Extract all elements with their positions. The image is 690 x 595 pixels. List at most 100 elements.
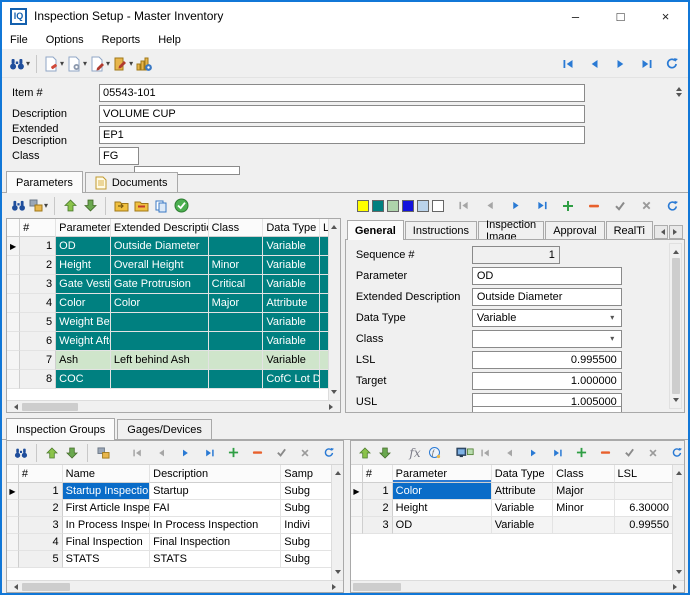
cell-class[interactable]: Minor bbox=[209, 256, 264, 275]
chart-settings-button[interactable] bbox=[134, 53, 154, 75]
cell-l[interactable] bbox=[320, 370, 328, 389]
groups-first-button[interactable] bbox=[127, 442, 147, 464]
lsl-field[interactable]: 0.995500 bbox=[472, 351, 622, 369]
cell-class[interactable] bbox=[209, 313, 264, 332]
cell-num[interactable]: 5 bbox=[19, 551, 63, 568]
tab-gages-devices[interactable]: Gages/Devices bbox=[117, 419, 212, 439]
cell-ext[interactable]: Outside Diameter bbox=[111, 237, 209, 256]
scroll-down-icon[interactable] bbox=[673, 398, 679, 405]
table-row[interactable]: 2 Height Overall Height Minor Variable bbox=[7, 256, 328, 275]
param-find-button[interactable] bbox=[8, 195, 28, 217]
cell-class[interactable]: Major bbox=[553, 483, 614, 500]
group-params-vscrollbar[interactable] bbox=[672, 465, 684, 580]
cell-data-type[interactable]: Attribute bbox=[492, 483, 553, 500]
col-description[interactable]: Description bbox=[150, 465, 281, 483]
tab-parameters[interactable]: Parameters bbox=[6, 171, 83, 193]
cell-l[interactable] bbox=[320, 313, 328, 332]
table-row[interactable]: ▶ 1 Startup Inspection Startup Subg bbox=[7, 483, 331, 500]
gp-first-button[interactable] bbox=[475, 442, 495, 464]
scroll-down-icon[interactable] bbox=[331, 390, 337, 397]
gp-prev-button[interactable] bbox=[499, 442, 519, 464]
menu-help[interactable]: Help bbox=[158, 34, 181, 46]
groups-prev-button[interactable] bbox=[151, 442, 171, 464]
cell-description[interactable]: Startup bbox=[150, 483, 281, 500]
legend-yellow[interactable] bbox=[357, 200, 369, 212]
cell-num[interactable]: 7 bbox=[20, 351, 56, 370]
col-sample[interactable]: Samp bbox=[281, 465, 331, 483]
scroll-up-icon[interactable] bbox=[676, 468, 682, 475]
copy-parameters-button[interactable] bbox=[151, 195, 171, 217]
cell-class[interactable] bbox=[209, 370, 264, 389]
scroll-right-icon[interactable] bbox=[332, 584, 339, 590]
doc-sign-button[interactable]: ▾ bbox=[88, 53, 111, 75]
tab-scroll-left-button[interactable] bbox=[654, 225, 668, 239]
groups-move-up-button[interactable] bbox=[42, 442, 62, 464]
next-record-button[interactable] bbox=[610, 53, 630, 75]
doc-settings-button[interactable]: ▾ bbox=[65, 53, 88, 75]
cell-l[interactable] bbox=[320, 351, 328, 370]
cell-parameter[interactable]: Height bbox=[56, 256, 111, 275]
find-button[interactable]: ▾ bbox=[8, 53, 31, 75]
parameter-field[interactable]: OD bbox=[472, 267, 622, 285]
cell-ext[interactable] bbox=[111, 332, 209, 351]
cell-num[interactable]: 8 bbox=[20, 370, 56, 389]
gp-insert-button[interactable] bbox=[571, 442, 591, 464]
table-row[interactable]: ▶ 1 Color Attribute Major bbox=[351, 483, 672, 500]
table-row[interactable]: ▶ 1 OD Outside Diameter Variable bbox=[7, 237, 328, 256]
cell-parameter[interactable]: Weight Afte bbox=[56, 332, 111, 351]
approve-button[interactable] bbox=[171, 195, 191, 217]
col-num[interactable]: # bbox=[363, 465, 393, 483]
table-row[interactable]: 3 OD Variable 0.99550 bbox=[351, 517, 672, 534]
param-last-button[interactable] bbox=[532, 195, 552, 217]
gp-move-down-button[interactable] bbox=[375, 442, 395, 464]
cell-num[interactable]: 6 bbox=[20, 332, 56, 351]
grid-layout-button[interactable]: ▾ bbox=[28, 195, 49, 217]
cell-l[interactable] bbox=[320, 294, 328, 313]
class-select[interactable]: ▾ bbox=[472, 330, 622, 348]
cell-name[interactable]: In Process Inspect bbox=[63, 517, 150, 534]
cell-class[interactable] bbox=[209, 332, 264, 351]
groups-vscrollbar[interactable] bbox=[331, 465, 343, 580]
prev-record-button[interactable] bbox=[584, 53, 604, 75]
scroll-left-icon[interactable] bbox=[11, 584, 18, 590]
cell-ext[interactable]: Left behind Ash bbox=[111, 351, 209, 370]
cell-parameter[interactable]: Color bbox=[56, 294, 111, 313]
form-scrollbar[interactable] bbox=[673, 82, 685, 158]
gp-cancel-button[interactable] bbox=[643, 442, 663, 464]
cell-ext[interactable]: Overall Height bbox=[111, 256, 209, 275]
item-field[interactable]: 05543-101 bbox=[99, 84, 585, 102]
table-row[interactable]: 7 Ash Left behind Ash Variable bbox=[7, 351, 328, 370]
tab-instructions[interactable]: Instructions bbox=[405, 221, 477, 239]
gp-refresh-button[interactable] bbox=[667, 442, 685, 464]
table-row[interactable]: 2 First Article Inspec FAI Subg bbox=[7, 500, 331, 517]
cell-description[interactable]: Final Inspection bbox=[150, 534, 281, 551]
move-down-button[interactable] bbox=[80, 195, 100, 217]
param-refresh-button[interactable] bbox=[662, 195, 682, 217]
groups-layout-button[interactable] bbox=[93, 442, 113, 464]
cell-num[interactable]: 3 bbox=[20, 275, 56, 294]
col-ext-description[interactable]: Extended Description bbox=[111, 219, 209, 237]
cell-class[interactable] bbox=[209, 351, 264, 370]
legend-blue[interactable] bbox=[402, 200, 414, 212]
groups-insert-button[interactable] bbox=[223, 442, 243, 464]
tab-scroll-right-button[interactable] bbox=[669, 225, 683, 239]
tab-approval[interactable]: Approval bbox=[545, 221, 604, 239]
cell-name[interactable]: Startup Inspection bbox=[63, 483, 150, 500]
groups-hscrollbar[interactable] bbox=[7, 580, 343, 592]
col-data-type[interactable]: Data Type bbox=[492, 465, 553, 483]
cell-l[interactable] bbox=[320, 275, 328, 294]
col-data-type[interactable]: Data Type bbox=[263, 219, 320, 237]
param-cancel-button[interactable] bbox=[636, 195, 656, 217]
cell-name[interactable]: First Article Inspec bbox=[63, 500, 150, 517]
legend-lightgreen[interactable] bbox=[387, 200, 399, 212]
cell-l[interactable] bbox=[320, 256, 328, 275]
scroll-left-icon[interactable] bbox=[11, 404, 18, 410]
cell-l[interactable] bbox=[320, 332, 328, 351]
cell-data-type[interactable]: Variable bbox=[263, 237, 320, 256]
cell-ext[interactable]: Color bbox=[111, 294, 209, 313]
cell-data-type[interactable]: Variable bbox=[263, 313, 320, 332]
cell-sample[interactable]: Subg bbox=[281, 534, 331, 551]
table-row[interactable]: 6 Weight Afte Variable bbox=[7, 332, 328, 351]
cell-class[interactable]: Major bbox=[209, 294, 264, 313]
cell-sample[interactable]: Subg bbox=[281, 551, 331, 568]
